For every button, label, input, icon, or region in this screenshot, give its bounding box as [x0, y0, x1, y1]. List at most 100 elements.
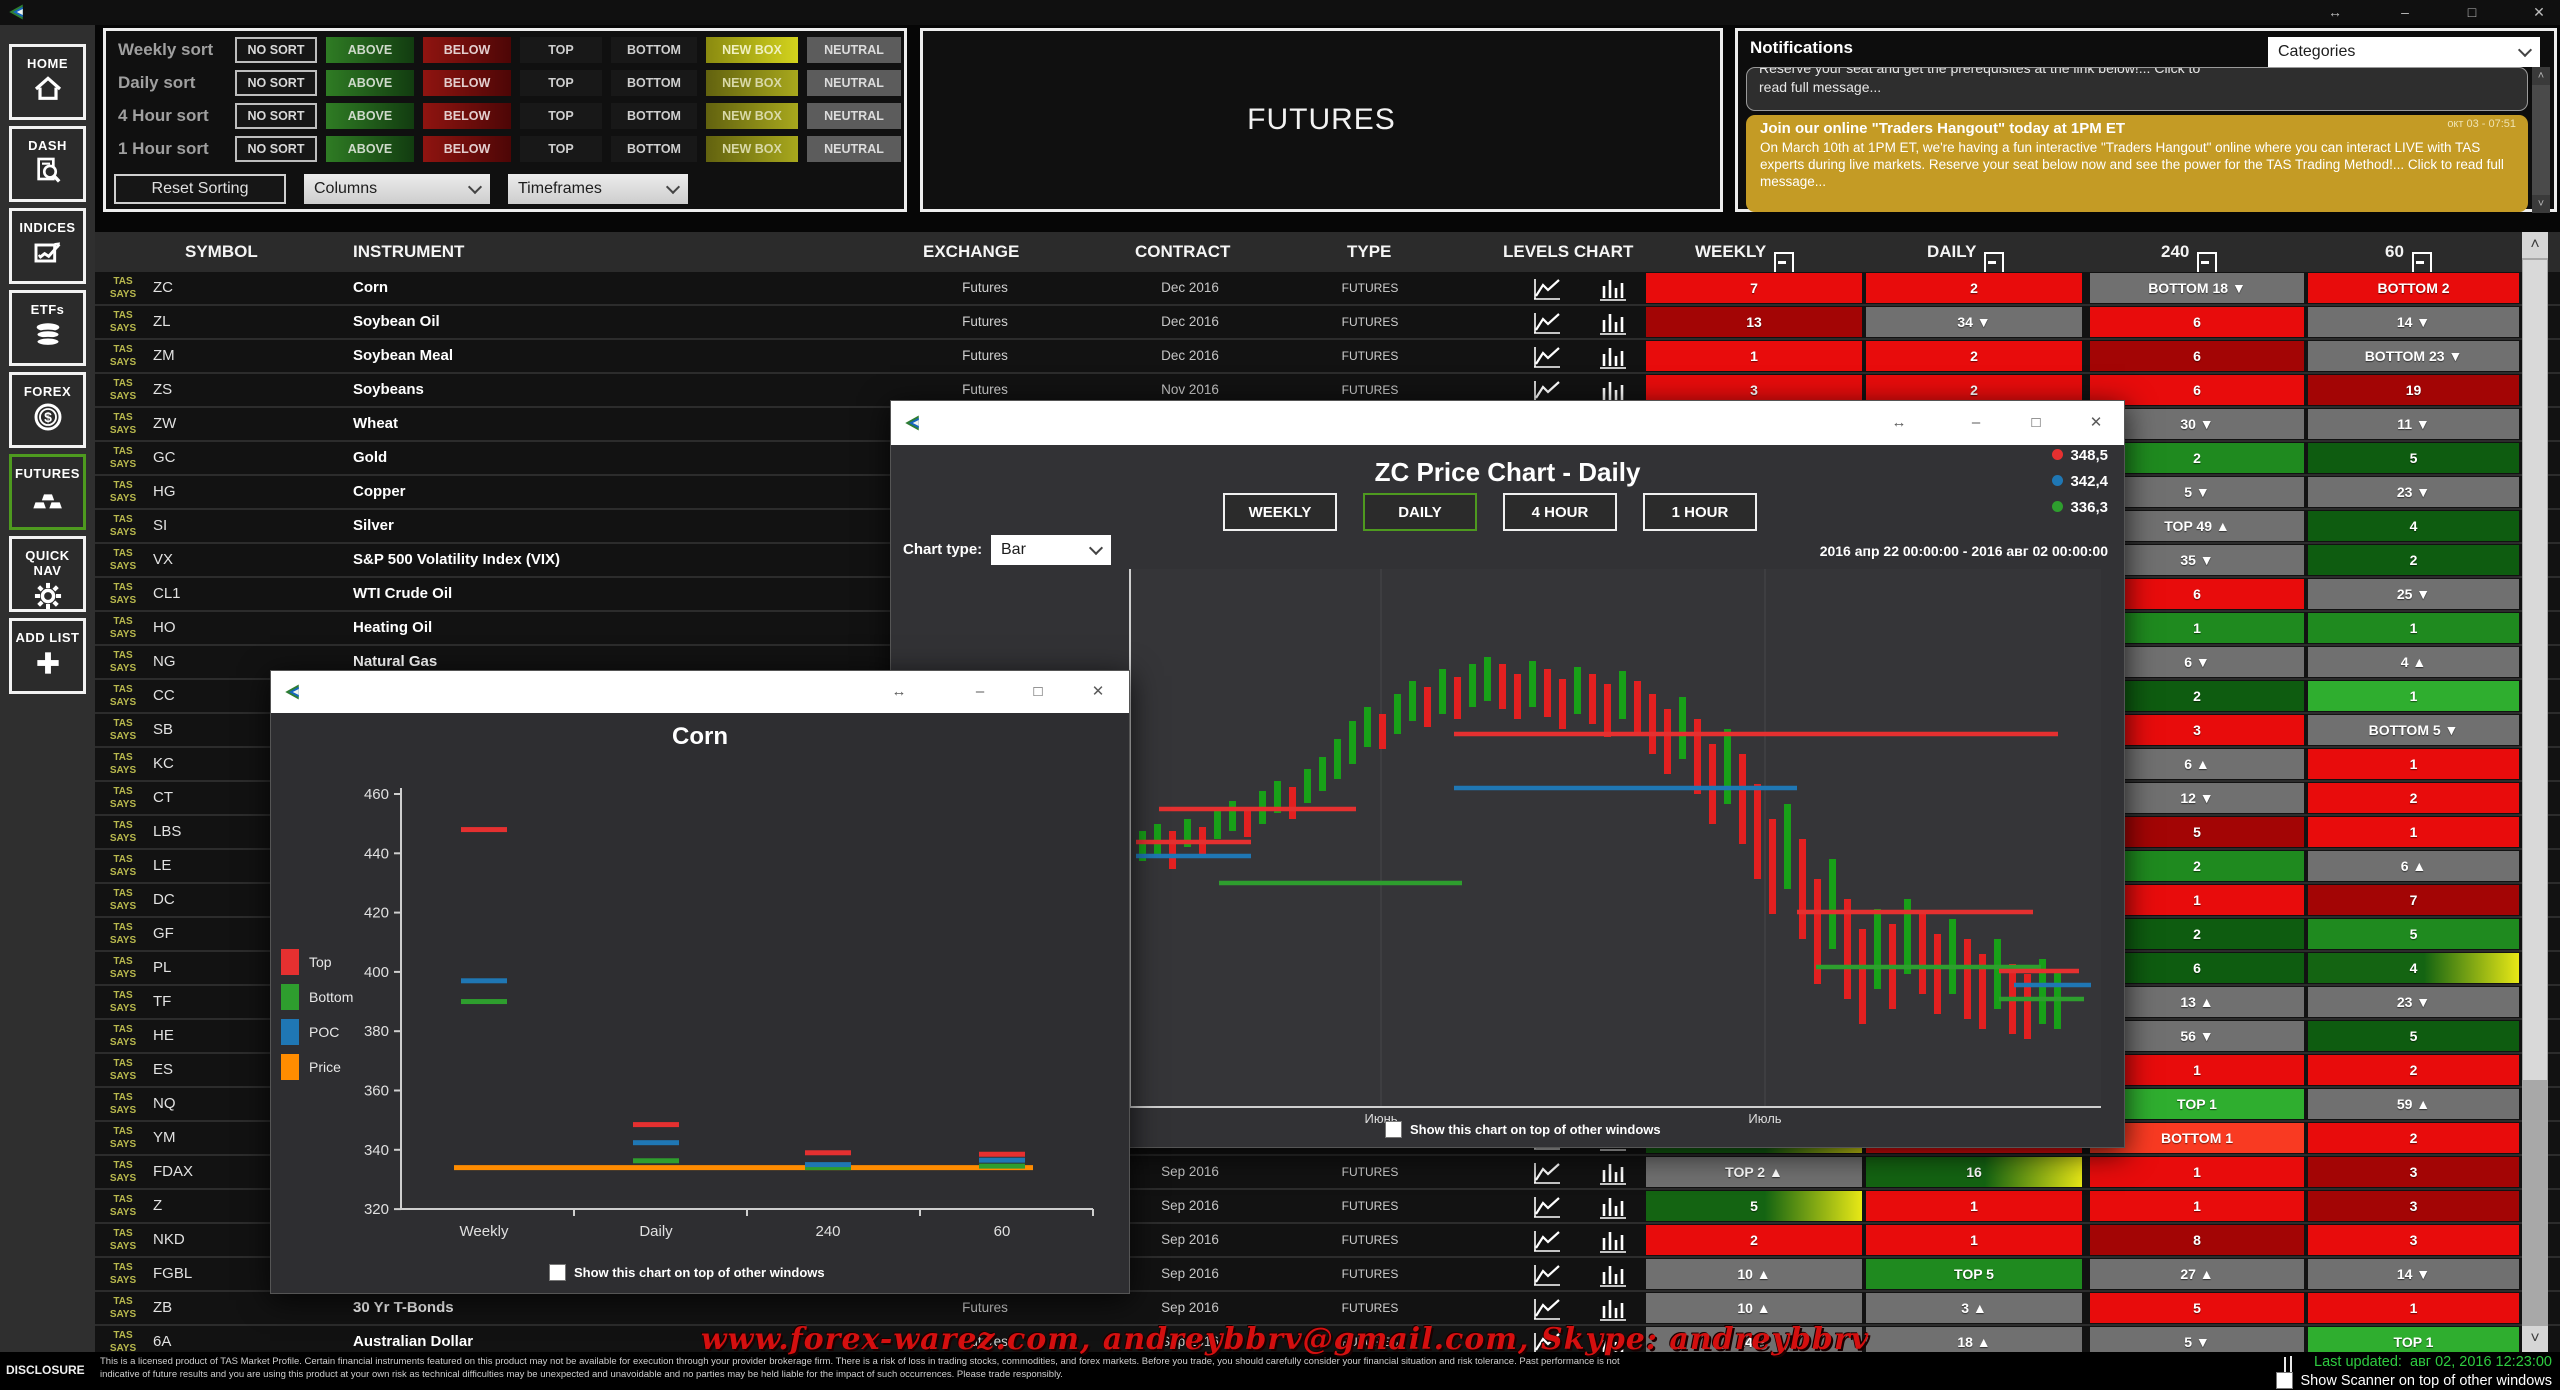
- table-row-ZB[interactable]: TASSAYSZB30 Yr T-BondsFuturesSep 2016FUT…: [95, 1292, 2560, 1326]
- checkbox-icon[interactable]: [549, 1264, 566, 1281]
- col-header-weekly[interactable]: WEEKLY: [1695, 242, 1766, 262]
- maximize-button[interactable]: □: [2455, 2, 2489, 23]
- maximize-button[interactable]: □: [2016, 412, 2056, 434]
- timeframe-button-weekly[interactable]: WEEKLY: [1223, 493, 1337, 531]
- table-row-ZL[interactable]: TASSAYSZLSoybean OilFuturesDec 2016FUTUR…: [95, 306, 2560, 340]
- top-button[interactable]: TOP: [520, 103, 602, 129]
- sidebar-item-dash[interactable]: DASH: [9, 126, 86, 202]
- sidebar-item-futures[interactable]: FUTURES: [9, 454, 86, 530]
- below-button[interactable]: BELOW: [423, 136, 511, 162]
- bottom-button[interactable]: BOTTOM: [611, 70, 697, 96]
- top-button[interactable]: TOP: [520, 136, 602, 162]
- scrollbar-thumb[interactable]: [2523, 260, 2547, 1080]
- col-header-instrument[interactable]: INSTRUMENT: [353, 242, 464, 262]
- notification-item[interactable]: Reserve your seat and get the prerequisi…: [1746, 67, 2528, 111]
- neutral-button[interactable]: NEUTRAL: [807, 70, 901, 96]
- show-scanner-option[interactable]: Show Scanner on top of other windows: [2276, 1372, 2552, 1389]
- checkbox-icon[interactable]: [2276, 1372, 2293, 1389]
- checkbox-icon[interactable]: [1385, 1121, 1402, 1138]
- chart-icon[interactable]: [1598, 310, 1628, 336]
- no-sort-button[interactable]: NO SORT: [235, 103, 317, 129]
- scroll-up-icon[interactable]: ˄: [2522, 232, 2548, 258]
- minimize-button[interactable]: –: [2388, 2, 2422, 23]
- bottom-button[interactable]: BOTTOM: [611, 136, 697, 162]
- sidebar-item-forex[interactable]: FOREX$: [9, 372, 86, 448]
- chart-icon[interactable]: [1598, 1262, 1628, 1288]
- below-button[interactable]: BELOW: [423, 70, 511, 96]
- timeframes-dropdown[interactable]: Timeframes: [508, 174, 688, 204]
- timeframe-button-1-hour[interactable]: 1 HOUR: [1643, 493, 1757, 531]
- show-on-top-option[interactable]: Show this chart on top of other windows: [1385, 1121, 1661, 1138]
- above-button[interactable]: ABOVE: [326, 37, 414, 63]
- neutral-button[interactable]: NEUTRAL: [807, 103, 901, 129]
- col-header-contract[interactable]: CONTRACT: [1135, 242, 1230, 262]
- sidebar-item-add-list[interactable]: ADD LIST: [9, 618, 86, 694]
- window-titlebar[interactable]: ↔ – □ ✕: [891, 401, 2124, 445]
- below-button[interactable]: BELOW: [423, 103, 511, 129]
- close-button[interactable]: ✕: [2076, 412, 2116, 434]
- above-button[interactable]: ABOVE: [326, 136, 414, 162]
- col-header-daily[interactable]: DAILY: [1927, 242, 1976, 262]
- sidebar-item-indices[interactable]: INDICES: [9, 208, 86, 284]
- sidebar-item-etfs[interactable]: ETFs: [9, 290, 86, 366]
- col-header-240[interactable]: 240: [2161, 242, 2189, 262]
- chart-icon[interactable]: [1598, 344, 1628, 370]
- chart-icon[interactable]: [1598, 1296, 1628, 1322]
- chart-icon[interactable]: [1598, 1228, 1628, 1254]
- levels-icon[interactable]: [1532, 310, 1562, 336]
- neutral-button[interactable]: NEUTRAL: [807, 37, 901, 63]
- above-button[interactable]: ABOVE: [326, 70, 414, 96]
- resize-icon[interactable]: ↔: [1879, 412, 1919, 434]
- top-button[interactable]: TOP: [520, 70, 602, 96]
- no-sort-button[interactable]: NO SORT: [235, 70, 317, 96]
- close-button[interactable]: ✕: [1078, 681, 1118, 703]
- sidebar-item-home[interactable]: HOME: [9, 44, 86, 120]
- scanner-scrollbar[interactable]: ˄ ˅: [2522, 232, 2548, 1352]
- top-button[interactable]: TOP: [520, 37, 602, 63]
- no-sort-button[interactable]: NO SORT: [235, 136, 317, 162]
- new-box-button[interactable]: NEW BOX: [706, 37, 798, 63]
- levels-icon[interactable]: [1532, 276, 1562, 302]
- levels-icon[interactable]: [1532, 1160, 1562, 1186]
- levels-icon[interactable]: [1532, 1296, 1562, 1322]
- minimize-button[interactable]: –: [1956, 412, 1996, 434]
- neutral-button[interactable]: NEUTRAL: [807, 136, 901, 162]
- levels-icon[interactable]: [1532, 1194, 1562, 1220]
- table-row-ZM[interactable]: TASSAYSZMSoybean MealFuturesDec 2016FUTU…: [95, 340, 2560, 374]
- scroll-down-icon[interactable]: ˅: [2532, 195, 2550, 213]
- sidebar-item-quick-nav[interactable]: QUICK NAV: [9, 536, 86, 612]
- no-sort-button[interactable]: NO SORT: [235, 37, 317, 63]
- col-header-symbol[interactable]: SYMBOL: [185, 242, 258, 262]
- col-header-exchange[interactable]: EXCHANGE: [923, 242, 1019, 262]
- timeframe-button-4-hour[interactable]: 4 HOUR: [1503, 493, 1617, 531]
- col-header-60[interactable]: 60: [2385, 242, 2404, 262]
- close-button[interactable]: ✕: [2522, 2, 2556, 23]
- resize-icon[interactable]: ↔: [2318, 2, 2352, 23]
- new-box-button[interactable]: NEW BOX: [706, 103, 798, 129]
- reset-sorting-button[interactable]: Reset Sorting: [114, 174, 286, 204]
- new-box-button[interactable]: NEW BOX: [706, 136, 798, 162]
- notification-item-gold[interactable]: окт 03 - 07:51 Join our online "Traders …: [1746, 115, 2528, 212]
- chart-type-dropdown[interactable]: Bar: [991, 535, 1111, 565]
- levels-icon[interactable]: [1532, 1228, 1562, 1254]
- levels-icon[interactable]: [1532, 1262, 1562, 1288]
- scroll-up-icon[interactable]: ˄: [2532, 67, 2550, 85]
- bottom-button[interactable]: BOTTOM: [611, 37, 697, 63]
- maximize-button[interactable]: □: [1018, 681, 1058, 703]
- new-box-button[interactable]: NEW BOX: [706, 70, 798, 96]
- window-titlebar[interactable]: ↔ – □ ✕: [271, 671, 1129, 713]
- notifications-scrollbar[interactable]: ˄ ˅: [2532, 67, 2550, 213]
- levels-icon[interactable]: [1532, 344, 1562, 370]
- show-on-top-option[interactable]: Show this chart on top of other windows: [549, 1264, 825, 1281]
- chart-icon[interactable]: [1598, 1194, 1628, 1220]
- resize-icon[interactable]: ↔: [879, 681, 919, 703]
- chart-icon[interactable]: [1598, 1160, 1628, 1186]
- timeframe-button-daily[interactable]: DAILY: [1363, 493, 1477, 531]
- categories-dropdown[interactable]: Categories: [2268, 37, 2540, 67]
- minimize-button[interactable]: –: [960, 681, 1000, 703]
- above-button[interactable]: ABOVE: [326, 103, 414, 129]
- bottom-button[interactable]: BOTTOM: [611, 103, 697, 129]
- scroll-down-icon[interactable]: ˅: [2522, 1326, 2548, 1352]
- chart-icon[interactable]: [1598, 276, 1628, 302]
- columns-dropdown[interactable]: Columns: [304, 174, 490, 204]
